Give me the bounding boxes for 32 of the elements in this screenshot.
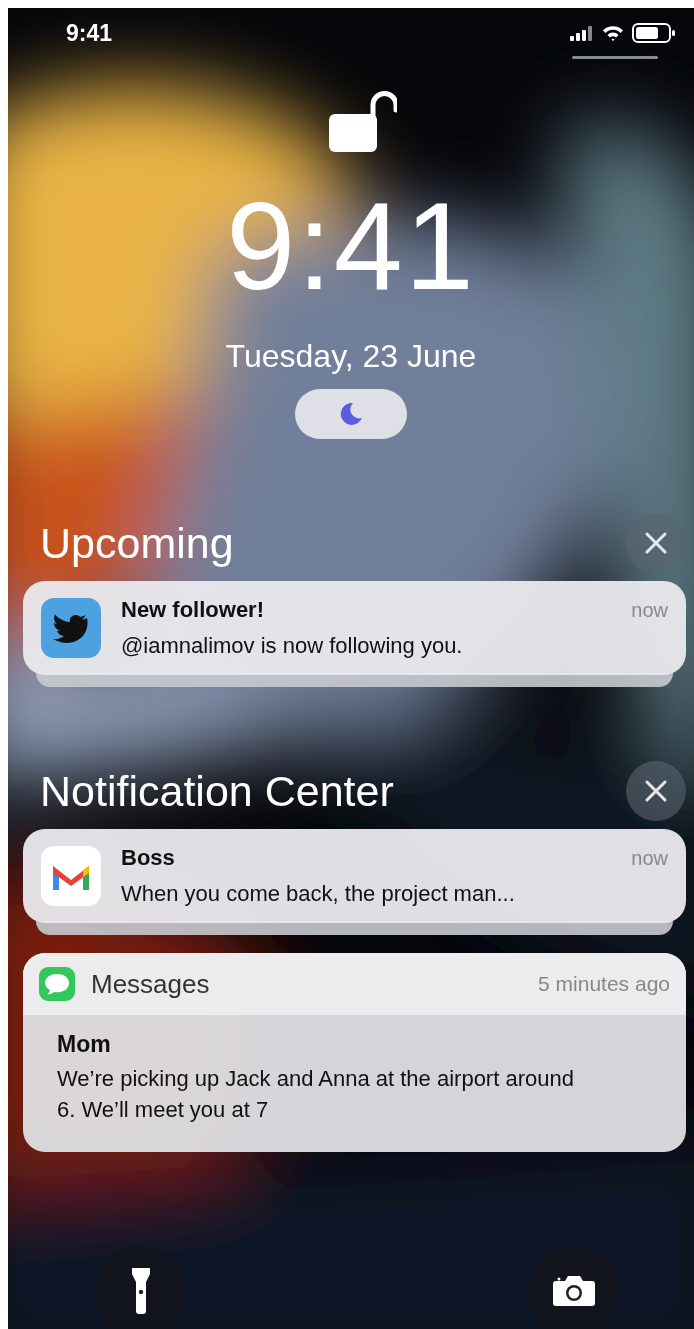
notification-card[interactable]: New follower! now @iamnalimov is now following you. — [23, 581, 686, 675]
notification-time: now — [631, 599, 668, 622]
notification-card[interactable]: Messages 5 minutes ago Mom We’re picking up Jack and Anna at the airport around 6. We’ll meet you at 7 — [23, 953, 686, 1152]
chat-app-icon — [39, 967, 75, 1001]
notification-time: now — [631, 847, 668, 870]
mail-app-icon — [41, 846, 101, 906]
notification-title: New follower! — [121, 597, 264, 623]
wifi-icon — [602, 25, 624, 41]
notification-title: Mom — [57, 1031, 112, 1058]
notification-time: 5 minutes ago — [538, 972, 670, 996]
notification-message: We’re picking up Jack and Anna at the airport around 6. We’ll meet you at 7 — [57, 1065, 575, 1124]
flashlight-icon — [131, 1268, 151, 1314]
lock-clock: 9:41 — [226, 184, 476, 308]
notification-message: @iamnalimov is now following you. — [121, 633, 464, 659]
close-icon — [645, 780, 667, 802]
battery-icon — [632, 23, 676, 43]
moon-icon — [338, 401, 364, 427]
focus-button[interactable] — [295, 389, 407, 439]
notification-title: Boss — [121, 845, 175, 871]
section-title: Notification Center — [40, 766, 394, 816]
close-icon — [645, 532, 667, 554]
notification-card[interactable]: Boss now When you come back, the project man... — [23, 829, 686, 923]
notification-message: When you come back, the project man... — [121, 881, 516, 907]
camera-icon — [553, 1276, 595, 1306]
close-button[interactable] — [626, 761, 686, 821]
signal-icon — [570, 25, 594, 41]
app-name: Messages — [91, 968, 210, 1000]
unlocked-padlock-icon — [329, 88, 397, 152]
status-time: 9:41 — [66, 19, 113, 47]
bird-app-icon — [41, 598, 101, 658]
lock-date: Tuesday, 23 June — [225, 338, 477, 375]
section-title: Upcoming — [40, 518, 234, 568]
